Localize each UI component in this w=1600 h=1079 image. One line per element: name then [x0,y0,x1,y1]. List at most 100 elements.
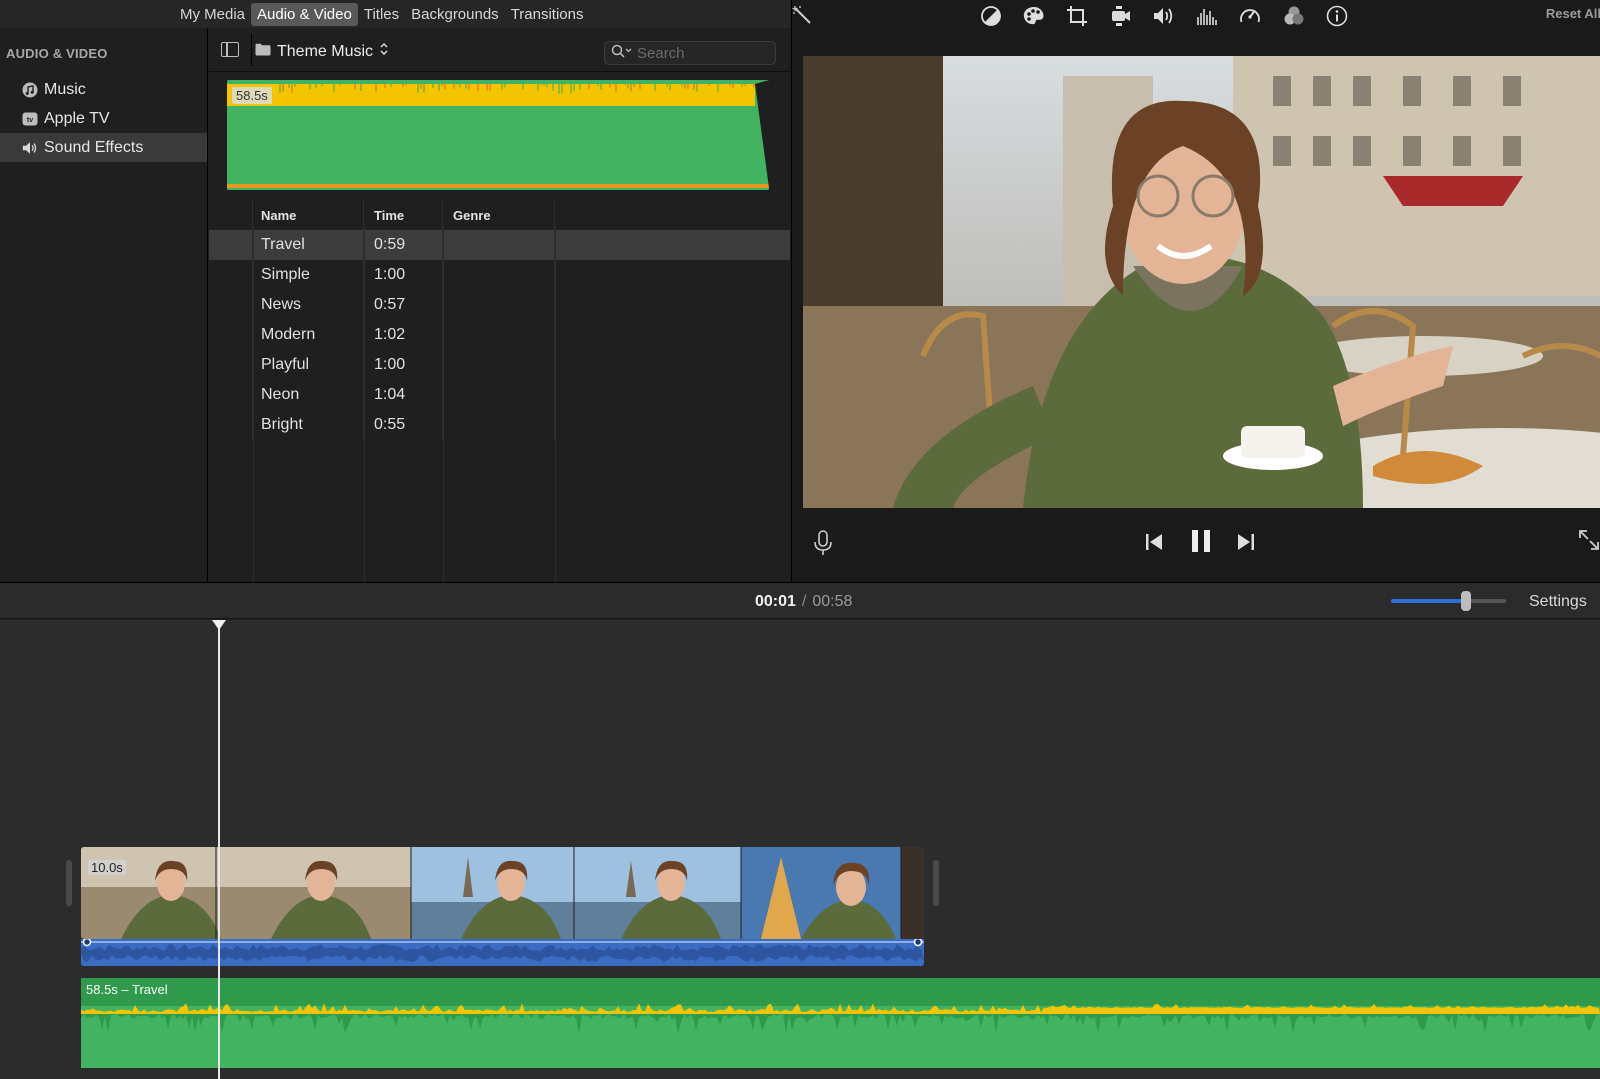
pause-icon[interactable] [1189,528,1213,559]
current-time: 00:01 [755,593,796,610]
track-genre [443,320,555,350]
column-header-name[interactable]: Name [253,200,364,230]
zoom-slider-fill [1391,599,1466,603]
sidebar-toggle-icon[interactable] [221,42,239,57]
adjustment-toolbar: Reset All [792,0,1600,32]
tab-audio-video[interactable]: Audio & Video [251,2,358,26]
clip-trim-handle-right[interactable] [933,860,939,906]
zoom-slider-knob[interactable] [1460,591,1471,611]
sidebar-item-label: Sound Effects [44,138,144,156]
folder-select[interactable]: Theme Music [255,42,389,61]
svg-text:tv: tv [27,117,33,124]
track-name: Neon [253,380,364,410]
sidebar-item-apple-tv[interactable]: tv Apple TV [0,104,207,133]
track-time: 0:55 [364,410,443,440]
audio-browser: Theme Music 58.5s Name Time Genre [209,28,790,582]
settings-button[interactable]: Settings [1529,593,1587,611]
microphone-icon[interactable] [812,530,834,561]
track-time: 1:02 [364,320,443,350]
column-header-time[interactable]: Time [364,200,443,230]
timecode: 00:01 / 00:58 [755,593,852,611]
info-icon[interactable] [1324,4,1350,28]
search-input[interactable] [637,44,767,62]
track-genre [443,290,555,320]
track-list-header: Name Time Genre [209,200,790,230]
tab-my-media[interactable]: My Media [174,3,251,26]
track-time: 1:00 [364,350,443,380]
table-row[interactable]: Travel 0:59 [209,230,790,260]
clip-trim-handle-left[interactable] [66,860,72,906]
fullscreen-icon[interactable] [1578,529,1600,556]
video-preview[interactable] [803,56,1600,508]
video-clip[interactable] [81,847,924,939]
tab-titles[interactable]: Titles [358,3,405,26]
timeline-header: 00:01 / 00:58 Settings [0,582,1600,619]
clip-audio-waveform[interactable] [81,939,924,966]
speed-icon[interactable] [1237,4,1263,28]
table-row[interactable]: Bright 0:55 [209,410,790,440]
reset-all-button[interactable]: Reset All [1546,6,1600,21]
track-time: 0:57 [364,290,443,320]
track-name: Simple [253,260,364,290]
sidebar-item-label: Music [44,80,86,98]
video-frame-image [803,56,1600,508]
clip-audio-graphic [81,939,924,966]
track-genre [443,410,555,440]
track-genre [443,230,555,260]
sidebar-item-music[interactable]: Music [0,75,207,104]
sidebar-header: AUDIO & VIDEO [6,46,108,61]
preview-waveform-graphic [227,80,769,190]
sidebar-item-sound-effects[interactable]: Sound Effects [0,133,207,162]
playback-controls [792,530,1600,570]
viewer-panel: Reset All [791,0,1600,582]
music-note-icon [22,82,38,98]
filter-overlay-icon[interactable] [1281,4,1307,28]
volume-icon[interactable] [1151,4,1177,28]
table-row[interactable]: Playful 1:00 [209,350,790,380]
apple-tv-icon: tv [22,111,38,127]
stabilization-camera-icon[interactable] [1108,4,1134,28]
audio-preview-waveform[interactable]: 58.5s [227,80,769,190]
color-balance-icon[interactable] [978,4,1004,28]
skip-forward-icon[interactable] [1236,532,1256,557]
search-icon [611,44,633,63]
tab-transitions[interactable]: Transitions [505,3,590,26]
table-row[interactable]: News 0:57 [209,290,790,320]
track-name: Travel [253,230,364,260]
browser-toolbar: Theme Music [209,28,790,72]
chevron-updown-icon [379,42,389,61]
column-header-genre[interactable]: Genre [443,200,555,230]
track-time: 1:04 [364,380,443,410]
table-row[interactable]: Neon 1:04 [209,380,790,410]
crop-icon[interactable] [1064,4,1090,28]
total-time: 00:58 [812,593,853,610]
music-waveform-graphic [81,978,1600,1068]
track-time: 1:00 [364,260,443,290]
clip-filmstrip [81,847,924,939]
time-separator: / [801,593,807,610]
toolbar-divider [251,34,252,66]
background-music-track[interactable] [81,978,1600,1068]
equalizer-icon[interactable] [1194,4,1220,28]
timeline-area[interactable]: 10.0s 58.5s – Travel [0,620,1600,1079]
track-name: News [253,290,364,320]
library-sidebar: AUDIO & VIDEO Music tv Apple TV Sound Ef… [0,28,208,582]
magic-wand-icon[interactable] [790,4,816,28]
tab-backgrounds[interactable]: Backgrounds [405,3,505,26]
color-palette-icon[interactable] [1021,4,1047,28]
music-track-label: 58.5s – Travel [86,982,168,997]
track-name: Playful [253,350,364,380]
track-genre [443,380,555,410]
track-name: Modern [253,320,364,350]
search-field[interactable] [604,41,776,65]
playhead[interactable] [212,620,226,1079]
sidebar-item-label: Apple TV [44,109,110,127]
table-row[interactable]: Simple 1:00 [209,260,790,290]
track-genre [443,260,555,290]
folder-name: Theme Music [277,42,374,60]
table-row[interactable]: Modern 1:02 [209,320,790,350]
timeline-zoom-slider[interactable] [1391,591,1506,611]
media-tabs: My Media Audio & Video Titles Background… [0,0,790,28]
skip-back-icon[interactable] [1144,532,1164,557]
speaker-icon [22,140,38,156]
